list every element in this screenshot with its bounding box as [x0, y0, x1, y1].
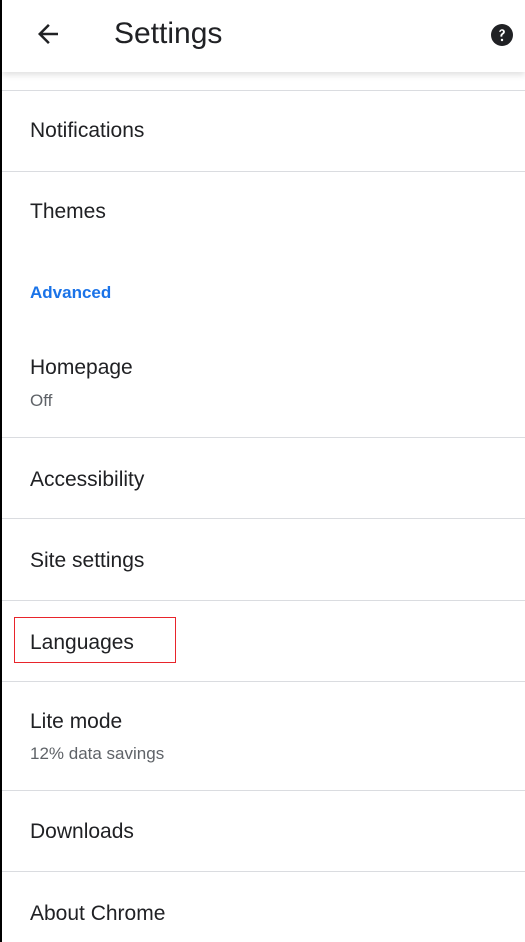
settings-item-label: Downloads	[30, 820, 134, 843]
settings-item-label: Notifications	[30, 119, 145, 142]
settings-item-sublabel: Off	[30, 391, 53, 410]
settings-item-sublabel: 12% data savings	[30, 744, 165, 763]
settings-item-themes[interactable]: Themes	[2, 172, 525, 252]
app-bar: Settings	[2, 0, 525, 72]
settings-item-site-settings[interactable]: Site settings	[2, 519, 525, 600]
settings-item-homepage[interactable]: Homepage Off	[2, 340, 525, 437]
section-header-advanced: Advanced	[30, 283, 112, 302]
settings-item-about-chrome[interactable]: About Chrome	[2, 872, 525, 942]
help-circle-icon	[491, 24, 513, 46]
settings-item-label: Accessibility	[30, 468, 145, 491]
settings-item-notifications[interactable]: Notifications	[2, 91, 525, 171]
settings-item-label: Site settings	[30, 549, 145, 572]
settings-item-label: Lite mode	[30, 710, 123, 733]
settings-item-downloads[interactable]: Downloads	[2, 791, 525, 871]
settings-item-label: Themes	[30, 200, 106, 223]
settings-item-lite-mode[interactable]: Lite mode 12% data savings	[2, 682, 525, 790]
arrow-left-icon	[38, 24, 58, 44]
back-button[interactable]	[26, 14, 70, 54]
settings-item-label: About Chrome	[30, 902, 166, 925]
settings-screen: Settings Notifications Themes Advanced H…	[0, 0, 525, 942]
settings-item-accessibility[interactable]: Accessibility	[2, 438, 525, 518]
help-button[interactable]	[487, 20, 517, 50]
highlight-box	[14, 617, 176, 663]
page-title: Settings	[114, 17, 223, 50]
settings-item-label: Homepage	[30, 356, 133, 379]
